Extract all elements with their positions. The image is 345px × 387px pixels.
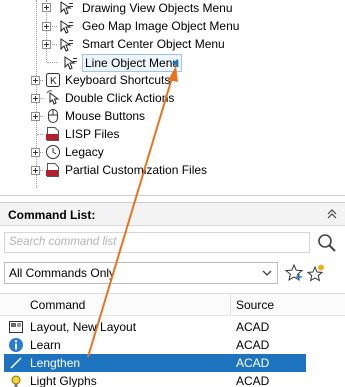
- tree-item-line-object-menu[interactable]: Line Object Menu: [82, 54, 183, 72]
- tree-expander[interactable]: [31, 166, 40, 175]
- tree-expander[interactable]: [42, 22, 51, 31]
- tree-item-legacy[interactable]: Legacy: [63, 144, 106, 160]
- new-command-star-icon[interactable]: [306, 263, 326, 283]
- table-row[interactable]: Light Glyphs ACAD: [4, 372, 306, 387]
- tree-item-geo-map-image-object-menu[interactable]: Geo Map Image Object Menu: [80, 18, 241, 34]
- row-source: ACAD: [236, 374, 270, 387]
- column-divider[interactable]: [230, 294, 231, 316]
- search-placeholder: Search command list: [9, 236, 117, 248]
- row-command: Learn: [30, 338, 61, 352]
- tree-expander[interactable]: [31, 94, 40, 103]
- menu-arrow-icon: [60, 38, 73, 52]
- svg-text:K: K: [50, 76, 57, 87]
- lengthen-icon: [9, 356, 23, 370]
- row-source: ACAD: [236, 356, 270, 370]
- command-search-input[interactable]: Search command list: [4, 232, 310, 253]
- search-icon[interactable]: [316, 232, 338, 254]
- row-source: ACAD: [236, 320, 270, 334]
- command-list-grid: Command Source Layout, New Layout ACAD L…: [0, 293, 345, 387]
- menu-arrow-icon: [60, 1, 73, 15]
- row-command: Light Glyphs: [30, 374, 97, 387]
- table-row-selected[interactable]: Lengthen ACAD: [4, 354, 306, 372]
- tree-expander[interactable]: [31, 112, 40, 121]
- lisp-file-icon: [46, 127, 59, 141]
- star-filter-icon[interactable]: [284, 263, 304, 283]
- partial-customization-file-icon: [46, 163, 59, 177]
- tree-expander[interactable]: [31, 76, 40, 85]
- row-source: ACAD: [236, 338, 270, 352]
- command-list-header: Command List:: [0, 202, 345, 226]
- tree-item-partial-customization-files[interactable]: Partial Customization Files: [63, 162, 209, 178]
- table-row[interactable]: Learn ACAD: [4, 336, 306, 354]
- command-list-title: Command List:: [8, 208, 96, 222]
- filter-selected-value: All Commands Only: [9, 266, 116, 280]
- tree-expander[interactable]: [42, 40, 51, 49]
- tree-item-double-click-actions[interactable]: Double Click Actions: [63, 90, 176, 106]
- drop-target-marker-icon: [172, 59, 178, 67]
- double-click-icon: [46, 90, 60, 105]
- row-command: Lengthen: [30, 356, 81, 370]
- chevron-down-icon: [262, 270, 272, 276]
- tree-item-lisp-files[interactable]: LISP Files: [63, 126, 121, 142]
- tree-item-mouse-buttons[interactable]: Mouse Buttons: [63, 108, 147, 124]
- legacy-clock-icon: [46, 145, 60, 159]
- tree-expander[interactable]: [42, 3, 51, 12]
- table-row[interactable]: Layout, New Layout ACAD: [4, 318, 306, 336]
- grid-header: Command Source: [0, 294, 345, 316]
- layout-icon: [9, 321, 23, 333]
- customization-tree: Drawing View Objects Menu Geo Map Image …: [0, 0, 345, 196]
- tree-guide-line: [47, 62, 57, 63]
- tree-guide-line: [37, 134, 43, 135]
- keyboard-shortcuts-icon: K: [46, 73, 60, 87]
- menu-arrow-icon: [64, 56, 77, 70]
- tree-expander[interactable]: [31, 148, 40, 157]
- menu-arrow-icon: [60, 20, 73, 34]
- column-header-source[interactable]: Source: [236, 298, 274, 312]
- collapse-panel-button[interactable]: [325, 207, 339, 221]
- command-filter-select[interactable]: All Commands Only: [4, 262, 278, 284]
- tree-item-smart-center-object-menu[interactable]: Smart Center Object Menu: [80, 36, 227, 52]
- mouse-icon: [48, 109, 58, 123]
- light-glyph-icon: [11, 375, 21, 387]
- column-header-command[interactable]: Command: [30, 298, 85, 312]
- info-icon: [9, 338, 23, 352]
- tree-item-keyboard-shortcuts[interactable]: Keyboard Shortcuts: [63, 72, 172, 88]
- row-command: Layout, New Layout: [30, 320, 137, 334]
- double-chevron-up-icon: [327, 209, 337, 219]
- tree-item-drawing-view-objects-menu[interactable]: Drawing View Objects Menu: [80, 0, 235, 16]
